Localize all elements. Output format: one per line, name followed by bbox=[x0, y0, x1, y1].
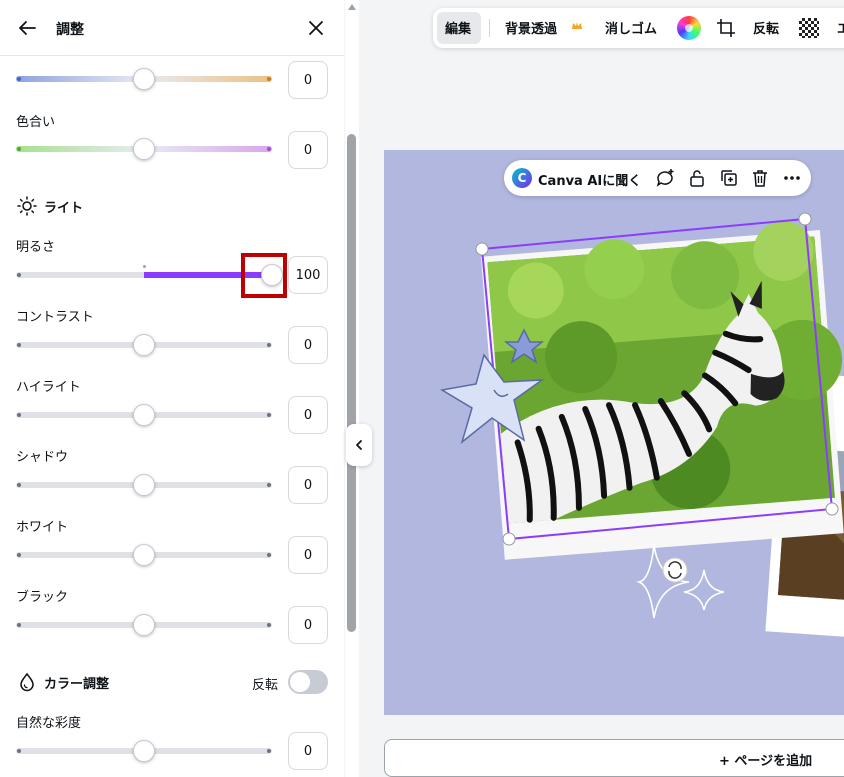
sun-icon bbox=[17, 196, 37, 216]
toolbar-divider bbox=[489, 19, 490, 37]
panel-header: 調整 bbox=[0, 0, 344, 56]
shadows-slider[interactable] bbox=[16, 474, 272, 496]
vibrance-slider[interactable] bbox=[16, 740, 272, 762]
bg-remove-button[interactable]: 背景透過 bbox=[505, 18, 557, 37]
slider-end-dot bbox=[267, 623, 271, 627]
scroll-up-arrow-icon[interactable] bbox=[348, 4, 356, 10]
color-section-title: カラー調整 bbox=[44, 677, 110, 692]
panel-title: 調整 bbox=[56, 22, 84, 38]
whites-slider[interactable] bbox=[16, 544, 272, 566]
close-icon bbox=[309, 21, 323, 35]
back-button[interactable] bbox=[14, 14, 42, 42]
slider-end-dot bbox=[267, 77, 271, 81]
design-canvas[interactable] bbox=[384, 150, 844, 715]
more-options-icon[interactable] bbox=[781, 167, 803, 189]
temperature-slider-thumb[interactable] bbox=[133, 68, 155, 90]
close-button[interactable] bbox=[302, 14, 330, 42]
slider-end-dot bbox=[17, 147, 21, 151]
slider-end-dot bbox=[267, 553, 271, 557]
vibrance-slider-thumb[interactable] bbox=[133, 740, 155, 762]
contrast-value[interactable]: 0 bbox=[288, 326, 328, 364]
slider-end-dot bbox=[267, 749, 271, 753]
edit-button[interactable]: 編集 bbox=[445, 18, 471, 37]
brightness-slider[interactable] bbox=[16, 264, 283, 286]
lock-open-icon[interactable] bbox=[686, 167, 708, 189]
shadows-value[interactable]: 0 bbox=[288, 466, 328, 504]
slider-end-dot bbox=[17, 749, 21, 753]
arrow-left-icon bbox=[19, 21, 36, 35]
polaroid-photo-main bbox=[480, 220, 844, 560]
slider-end-dot bbox=[17, 273, 21, 277]
image-toolbar: 編集 背景透過 消しゴム 反転 エ bbox=[433, 8, 844, 48]
canvas-artwork bbox=[439, 212, 844, 641]
brightness-label: 明るさ bbox=[16, 240, 56, 255]
slider-end-dot bbox=[17, 483, 21, 487]
slider-end-dot bbox=[17, 343, 21, 347]
slider-end-dot bbox=[17, 553, 21, 557]
blacks-slider-thumb[interactable] bbox=[133, 614, 155, 636]
toggle-knob bbox=[290, 672, 310, 692]
scrollbar-thumb[interactable] bbox=[347, 134, 356, 632]
highlight-box bbox=[241, 253, 287, 298]
crown-icon bbox=[572, 22, 582, 29]
duplicate-icon[interactable] bbox=[718, 167, 740, 189]
shadows-label: シャドウ bbox=[16, 450, 69, 465]
blacks-value[interactable]: 0 bbox=[288, 606, 328, 644]
blacks-label: ブラック bbox=[16, 590, 69, 605]
add-page-label: + ページを追加 bbox=[719, 754, 813, 769]
tint-slider[interactable] bbox=[16, 138, 272, 160]
temperature-value[interactable]: 0 bbox=[288, 61, 328, 99]
comment-add-icon[interactable] bbox=[654, 167, 676, 189]
transparency-icon[interactable] bbox=[799, 18, 819, 38]
shadows-slider-thumb[interactable] bbox=[133, 474, 155, 496]
panel-scrollbar[interactable] bbox=[345, 0, 359, 777]
whites-label: ホワイト bbox=[16, 520, 69, 535]
sparkle-sticker bbox=[635, 544, 725, 619]
add-page-button[interactable]: + ページを追加 bbox=[384, 739, 844, 777]
slider-end-dot bbox=[17, 623, 21, 627]
color-wheel-icon[interactable] bbox=[677, 16, 701, 40]
element-context-menu: C Canva AIに聞く bbox=[504, 160, 811, 196]
ask-canva-ai-button[interactable]: Canva AIに聞く bbox=[538, 170, 641, 189]
slider-end-dot bbox=[267, 147, 271, 151]
canva-ai-logo-icon: C bbox=[512, 168, 532, 188]
slider-end-dot bbox=[17, 77, 21, 81]
temperature-slider[interactable] bbox=[16, 68, 272, 90]
invert-toggle[interactable] bbox=[288, 670, 328, 694]
collapse-panel-button[interactable] bbox=[346, 424, 372, 466]
contrast-label: コントラスト bbox=[16, 310, 94, 325]
flip-button[interactable]: 反転 bbox=[753, 18, 779, 37]
highlights-value[interactable]: 0 bbox=[288, 396, 328, 434]
vibrance-value[interactable]: 0 bbox=[288, 732, 328, 770]
brightness-value[interactable]: 100 bbox=[288, 256, 328, 294]
whites-value[interactable]: 0 bbox=[288, 536, 328, 574]
slider-center-mark bbox=[143, 265, 146, 268]
light-section-title: ライト bbox=[44, 201, 84, 216]
trash-icon[interactable] bbox=[749, 167, 771, 189]
invert-label: 反転 bbox=[252, 678, 279, 693]
vibrance-label: 自然な彩度 bbox=[16, 716, 82, 731]
highlights-label: ハイライト bbox=[16, 380, 81, 395]
highlights-slider[interactable] bbox=[16, 404, 272, 426]
blacks-slider[interactable] bbox=[16, 614, 272, 636]
tint-value[interactable]: 0 bbox=[288, 131, 328, 169]
contrast-slider[interactable] bbox=[16, 334, 272, 356]
slider-end-dot bbox=[267, 343, 271, 347]
tint-label: 色合い bbox=[16, 115, 56, 130]
adjust-panel: 調整 0 色合い 0 ライト 明るさ 100 コントラスト 0 ハイライト 0 … bbox=[0, 0, 344, 777]
contrast-slider-thumb[interactable] bbox=[133, 334, 155, 356]
crop-icon[interactable] bbox=[715, 17, 737, 39]
eraser-button[interactable]: 消しゴム bbox=[605, 18, 657, 37]
slider-end-dot bbox=[17, 413, 21, 417]
slider-end-dot bbox=[267, 483, 271, 487]
whites-slider-thumb[interactable] bbox=[133, 544, 155, 566]
toolbar-overflow-item[interactable]: エ bbox=[837, 18, 844, 37]
slider-end-dot bbox=[267, 413, 271, 417]
highlights-slider-thumb[interactable] bbox=[133, 404, 155, 426]
tint-slider-thumb[interactable] bbox=[133, 138, 155, 160]
drop-icon bbox=[20, 672, 34, 692]
rotate-handle-icon bbox=[662, 557, 688, 583]
chevron-left-icon bbox=[356, 440, 362, 450]
